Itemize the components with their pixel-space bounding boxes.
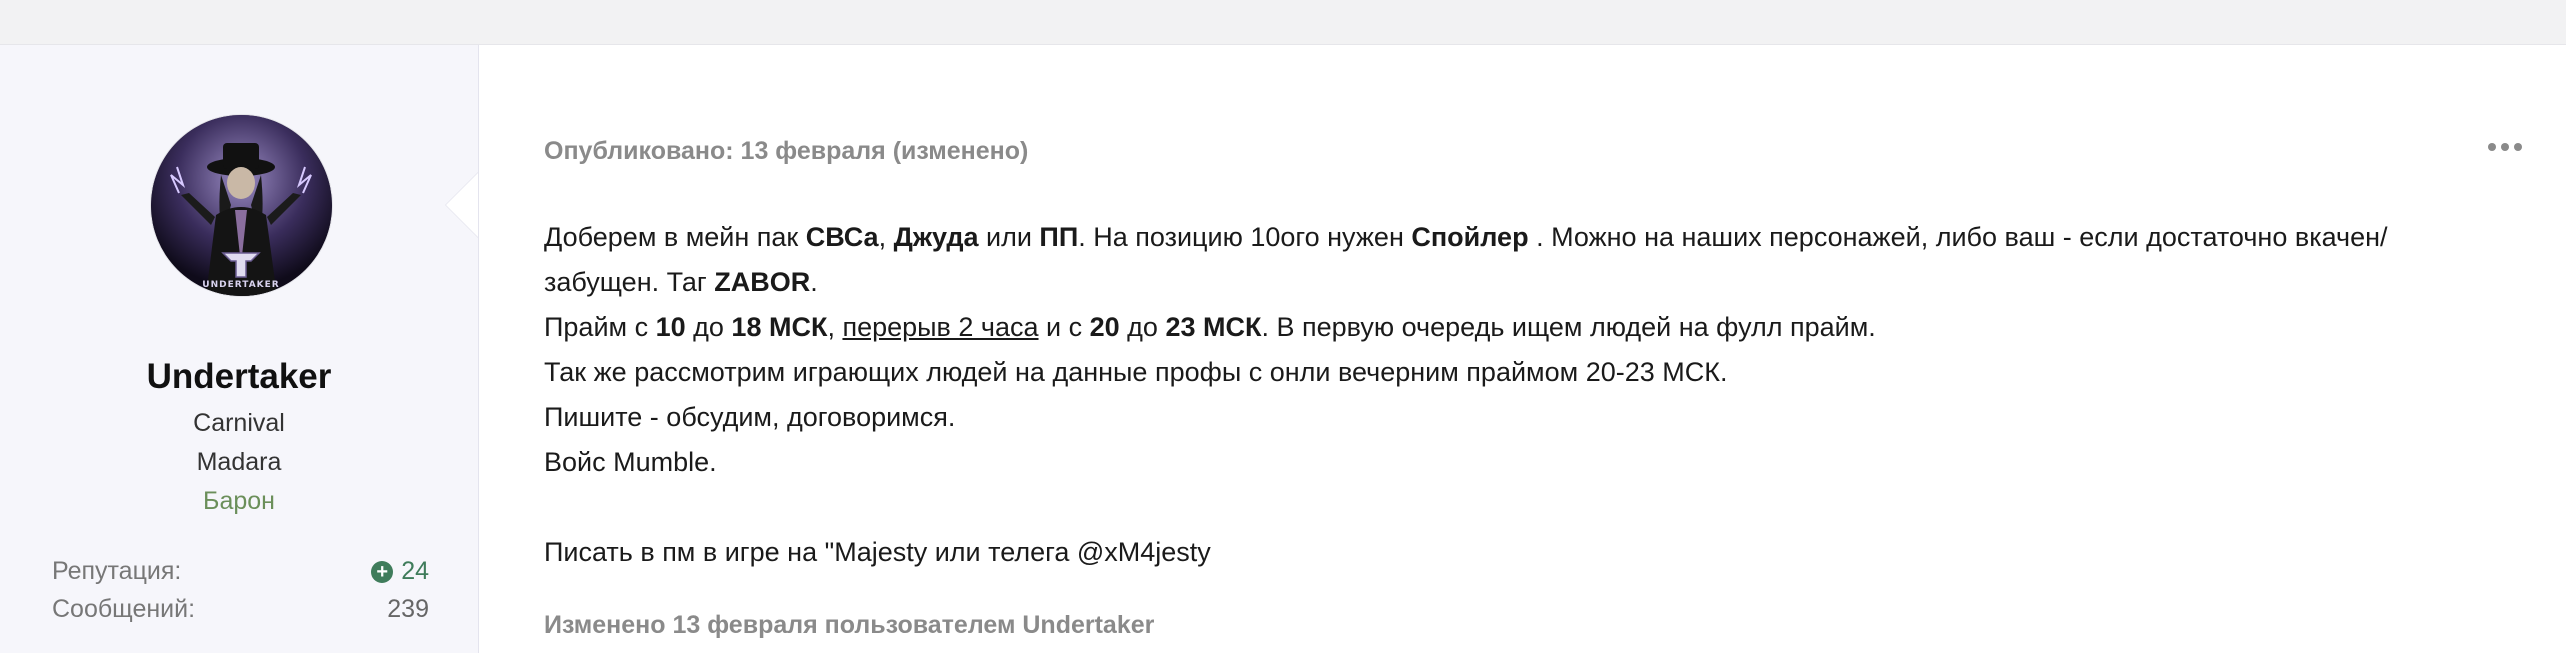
- edited-note: Изменено 13 февраля пользователем Undert…: [544, 611, 1155, 639]
- text: и с: [1038, 312, 1090, 342]
- more-horizontal-icon[interactable]: [2488, 143, 2522, 151]
- reputation-value: 24: [401, 557, 429, 585]
- bold-text: 20: [1089, 312, 1120, 342]
- text: до: [685, 312, 732, 342]
- post-line: Пишите - обсудим, договоримся.: [544, 402, 956, 432]
- post-date[interactable]: Опубликовано: 13 февраля (изменено): [544, 137, 1028, 166]
- reputation-badge[interactable]: + 24: [371, 557, 429, 586]
- author-rank: Барон: [203, 487, 275, 515]
- author-clan: Madara: [196, 448, 282, 476]
- post-line: Доберем в мейн пак СВСа, Джуда или ПП. Н…: [544, 215, 2484, 305]
- post-line: Так же рассмотрим играющих людей на данн…: [544, 357, 1728, 387]
- avatar[interactable]: UNDERTAKER: [151, 115, 332, 296]
- bold-text: ZABOR: [714, 267, 811, 297]
- post-line: Войс Mumble.: [544, 447, 717, 477]
- speech-arrow: [446, 173, 478, 237]
- bold-text: Джуда: [893, 222, 979, 252]
- bold-text: 23 МСК: [1165, 312, 1262, 342]
- reputation-label: Репутация:: [52, 557, 182, 585]
- text: . На позицию 10ого нужен: [1078, 222, 1412, 252]
- text: . В первую очередь ищем людей на фулл пр…: [1261, 312, 1876, 342]
- text: Доберем в мейн пак: [544, 222, 806, 252]
- bold-text: 10: [655, 312, 686, 342]
- forum-post: UNDERTAKER Undertaker Carnival Madara Ба…: [0, 44, 2566, 653]
- author-panel: UNDERTAKER Undertaker Carnival Madara Ба…: [0, 45, 479, 653]
- post-line: Прайм с 10 до 18 МСК, перерыв 2 часа и с…: [544, 305, 2484, 350]
- bold-text: ПП: [1039, 222, 1079, 252]
- text: .: [810, 267, 818, 297]
- text: Прайм с: [544, 312, 656, 342]
- underlined-text: перерыв 2 часа: [842, 312, 1039, 342]
- bold-text: 18 МСК: [731, 312, 828, 342]
- post-content: Доберем в мейн пак СВСа, Джуда или ПП. Н…: [544, 215, 2484, 575]
- author-name[interactable]: Undertaker: [0, 357, 478, 397]
- avatar-logo-text: UNDERTAKER: [202, 280, 279, 290]
- text: или: [978, 222, 1040, 252]
- text: до: [1119, 312, 1166, 342]
- text: ,: [878, 222, 894, 252]
- bold-text: СВСа: [805, 222, 879, 252]
- post-line: Писать в пм в игре на "Majesty или телег…: [544, 537, 1211, 567]
- posts-label: Сообщений:: [52, 595, 196, 623]
- text: ,: [827, 312, 843, 342]
- posts-count: 239: [387, 595, 429, 623]
- bold-text: Спойлер: [1411, 222, 1529, 252]
- author-server: Carnival: [193, 409, 285, 437]
- plus-circle-icon: +: [371, 560, 394, 583]
